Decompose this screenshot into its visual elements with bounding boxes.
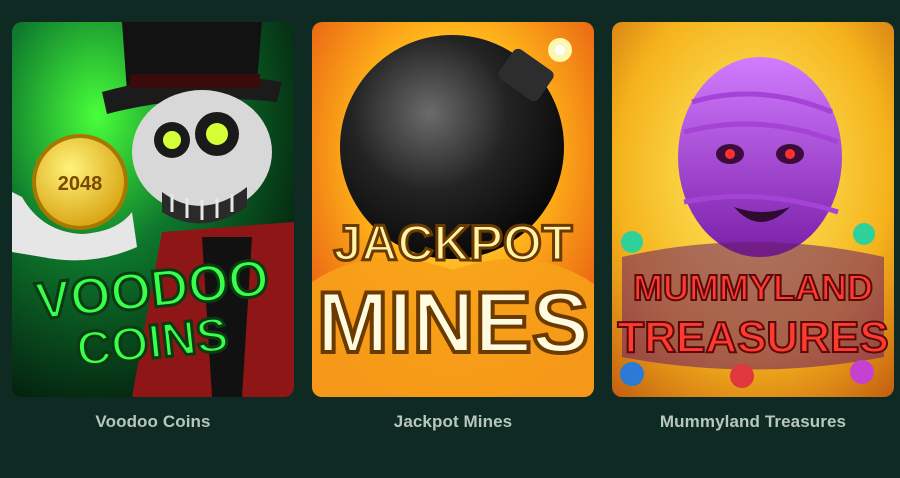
game-thumbnail-mummyland-treasures[interactable]: MUMMYLAND TREASURES [612,22,894,397]
game-title-voodoo-coins[interactable]: Voodoo Coins [95,412,210,432]
game-thumbnail-jackpot-mines[interactable]: JACKPOT MINES [312,22,594,397]
game-thumbnail-voodoo-coins[interactable]: VOODOO COINS 2048 [12,22,294,397]
game-title-jackpot-mines[interactable]: Jackpot Mines [394,412,512,432]
coin-label: 2048 [58,173,103,195]
game-title-mummyland-treasures[interactable]: Mummyland Treasures [660,412,846,432]
game-grid: VOODOO COINS 2048 Voodoo Coins JACKPOT M… [12,22,894,432]
game-card-voodoo-coins[interactable]: VOODOO COINS 2048 Voodoo Coins [12,22,294,432]
mummyland-art-line-2: TREASURES [617,313,888,362]
game-card-mummyland-treasures[interactable]: MUMMYLAND TREASURES Mummyland Treasures [612,22,894,432]
game-card-jackpot-mines[interactable]: JACKPOT MINES Jackpot Mines [312,22,594,432]
jackpot-art-line-1: JACKPOT [334,215,573,271]
jackpot-art-line-2: MINES [317,275,589,371]
jackpot-mines-artwork: JACKPOT MINES [312,22,594,397]
mummyland-art-line-1: MUMMYLAND [633,267,873,308]
mummyland-treasures-artwork: MUMMYLAND TREASURES [612,22,894,397]
voodoo-coins-artwork: VOODOO COINS 2048 [12,22,294,397]
